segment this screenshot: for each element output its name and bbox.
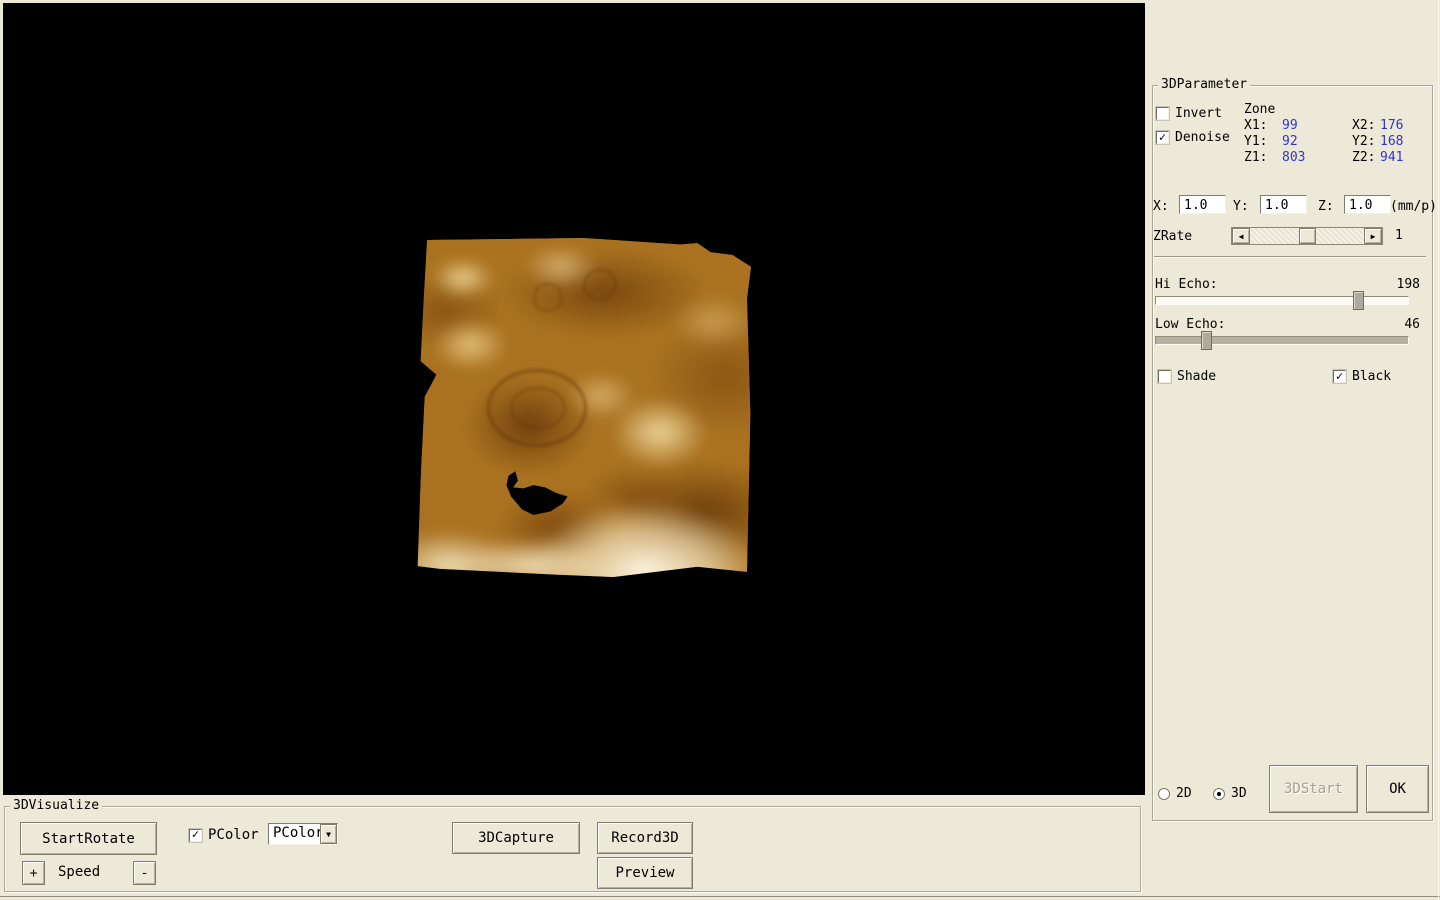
ultrasound-3d-render — [415, 237, 751, 577]
hi-echo-value: 198 — [1397, 277, 1420, 292]
x-scale-input[interactable] — [1179, 195, 1226, 214]
black-checkbox-box[interactable] — [1333, 370, 1346, 383]
zrate-value: 1 — [1395, 228, 1403, 243]
low-echo-value: 46 — [1404, 317, 1420, 332]
speed-plus-button[interactable]: + — [22, 861, 45, 885]
shade-checkbox-box[interactable] — [1158, 370, 1171, 383]
zone-y2-label: Y2: — [1352, 134, 1380, 149]
pcolor-dropdown[interactable]: PColor ▼ — [268, 823, 338, 845]
zone-y1-value: 92 — [1282, 134, 1352, 149]
zone-x1-label: X1: — [1244, 118, 1282, 133]
zone-z1-label: Z1: — [1244, 150, 1282, 165]
zone-z2-label: Z2: — [1352, 150, 1380, 165]
invert-checkbox-box[interactable] — [1156, 107, 1169, 120]
zone-y1-label: Y1: — [1244, 134, 1282, 149]
mode-3d-label: 3D — [1231, 786, 1247, 801]
denoise-label: Denoise — [1175, 130, 1230, 145]
zrate-scrollbar-track[interactable] — [1250, 228, 1364, 244]
zone-row-y: Y1: 92 Y2: 168 — [1244, 134, 1403, 149]
ok-button[interactable]: OK — [1366, 765, 1429, 813]
3dstart-button[interactable]: 3DStart — [1269, 765, 1358, 813]
parameter-panel: 3DParameter Invert Denoise Zone X1: 99 X… — [1146, 0, 1440, 900]
zone-x2-label: X2: — [1352, 118, 1380, 133]
zone-row-x: X1: 99 X2: 176 — [1244, 118, 1403, 133]
y-scale-input[interactable] — [1260, 195, 1307, 214]
denoise-checkbox-box[interactable] — [1156, 131, 1169, 144]
zone-x1-value: 99 — [1282, 118, 1352, 133]
low-echo-slider-track[interactable] — [1155, 336, 1409, 345]
zrate-label: ZRate — [1153, 229, 1192, 244]
render-ring-detail — [533, 283, 563, 312]
zrate-left-arrow-icon[interactable]: ◀ — [1232, 228, 1250, 244]
zone-y2-value: 168 — [1380, 134, 1403, 149]
hi-echo-slider-thumb[interactable] — [1353, 291, 1364, 310]
mode-2d-radio-circle[interactable] — [1158, 788, 1170, 800]
invert-label: Invert — [1175, 106, 1222, 121]
3dcapture-button[interactable]: 3DCapture — [452, 822, 580, 854]
preview-button[interactable]: Preview — [597, 857, 693, 889]
speed-label: Speed — [58, 864, 100, 880]
invert-checkbox[interactable]: Invert — [1156, 106, 1222, 121]
z-scale-label: Z: — [1318, 199, 1334, 214]
record3d-button[interactable]: Record3D — [597, 822, 693, 854]
black-label: Black — [1352, 369, 1391, 384]
hi-echo-slider-track[interactable] — [1155, 296, 1409, 305]
denoise-checkbox[interactable]: Denoise — [1156, 130, 1230, 145]
mode-3d-radio-circle[interactable] — [1213, 788, 1225, 800]
3dvisualize-group-title: 3DVisualize — [10, 798, 102, 813]
speed-minus-button[interactable]: - — [133, 861, 156, 885]
zone-row-z: Z1: 803 Z2: 941 — [1244, 150, 1403, 165]
chevron-down-icon[interactable]: ▼ — [320, 824, 337, 844]
zrate-scrollbar-thumb[interactable] — [1299, 228, 1316, 244]
pcolor-checkbox[interactable]: PColor — [189, 827, 259, 843]
window-bottom-edge — [0, 896, 1440, 897]
low-echo-label: Low Echo: — [1155, 317, 1225, 332]
hi-echo-slider[interactable] — [1155, 291, 1409, 310]
zrate-scrollbar[interactable]: ◀ ▶ — [1231, 227, 1383, 245]
separator-line — [1154, 256, 1426, 258]
3dparameter-group-title: 3DParameter — [1158, 77, 1250, 92]
pcolor-checkbox-label: PColor — [208, 827, 259, 843]
shade-label: Shade — [1177, 369, 1216, 384]
black-checkbox[interactable]: Black — [1333, 369, 1391, 384]
x-scale-label: X: — [1153, 199, 1169, 214]
zone-z1-value: 803 — [1282, 150, 1352, 165]
application-window: 3DParameter Invert Denoise Zone X1: 99 X… — [0, 0, 1440, 900]
start-rotate-button[interactable]: StartRotate — [20, 822, 157, 855]
pcolor-dropdown-value: PColor — [269, 824, 320, 844]
zone-z2-value: 941 — [1380, 150, 1403, 165]
shade-checkbox[interactable]: Shade — [1158, 369, 1216, 384]
3d-viewport[interactable] — [3, 3, 1145, 795]
z-scale-input[interactable] — [1344, 195, 1391, 214]
hi-echo-label: Hi Echo: — [1155, 277, 1218, 292]
pcolor-checkbox-box[interactable] — [189, 829, 202, 842]
window-right-edge — [1438, 0, 1439, 900]
mode-2d-label: 2D — [1176, 786, 1192, 801]
zrate-right-arrow-icon[interactable]: ▶ — [1364, 228, 1382, 244]
low-echo-slider[interactable] — [1155, 331, 1409, 350]
render-ring-detail — [510, 387, 566, 429]
low-echo-slider-thumb[interactable] — [1201, 331, 1212, 350]
zone-title: Zone — [1244, 102, 1275, 117]
mode-3d-radio[interactable]: 3D — [1213, 786, 1247, 801]
zone-x2-value: 176 — [1380, 118, 1403, 133]
scale-unit-label: (mm/p) — [1390, 199, 1437, 214]
y-scale-label: Y: — [1233, 199, 1249, 214]
mode-2d-radio[interactable]: 2D — [1158, 786, 1192, 801]
